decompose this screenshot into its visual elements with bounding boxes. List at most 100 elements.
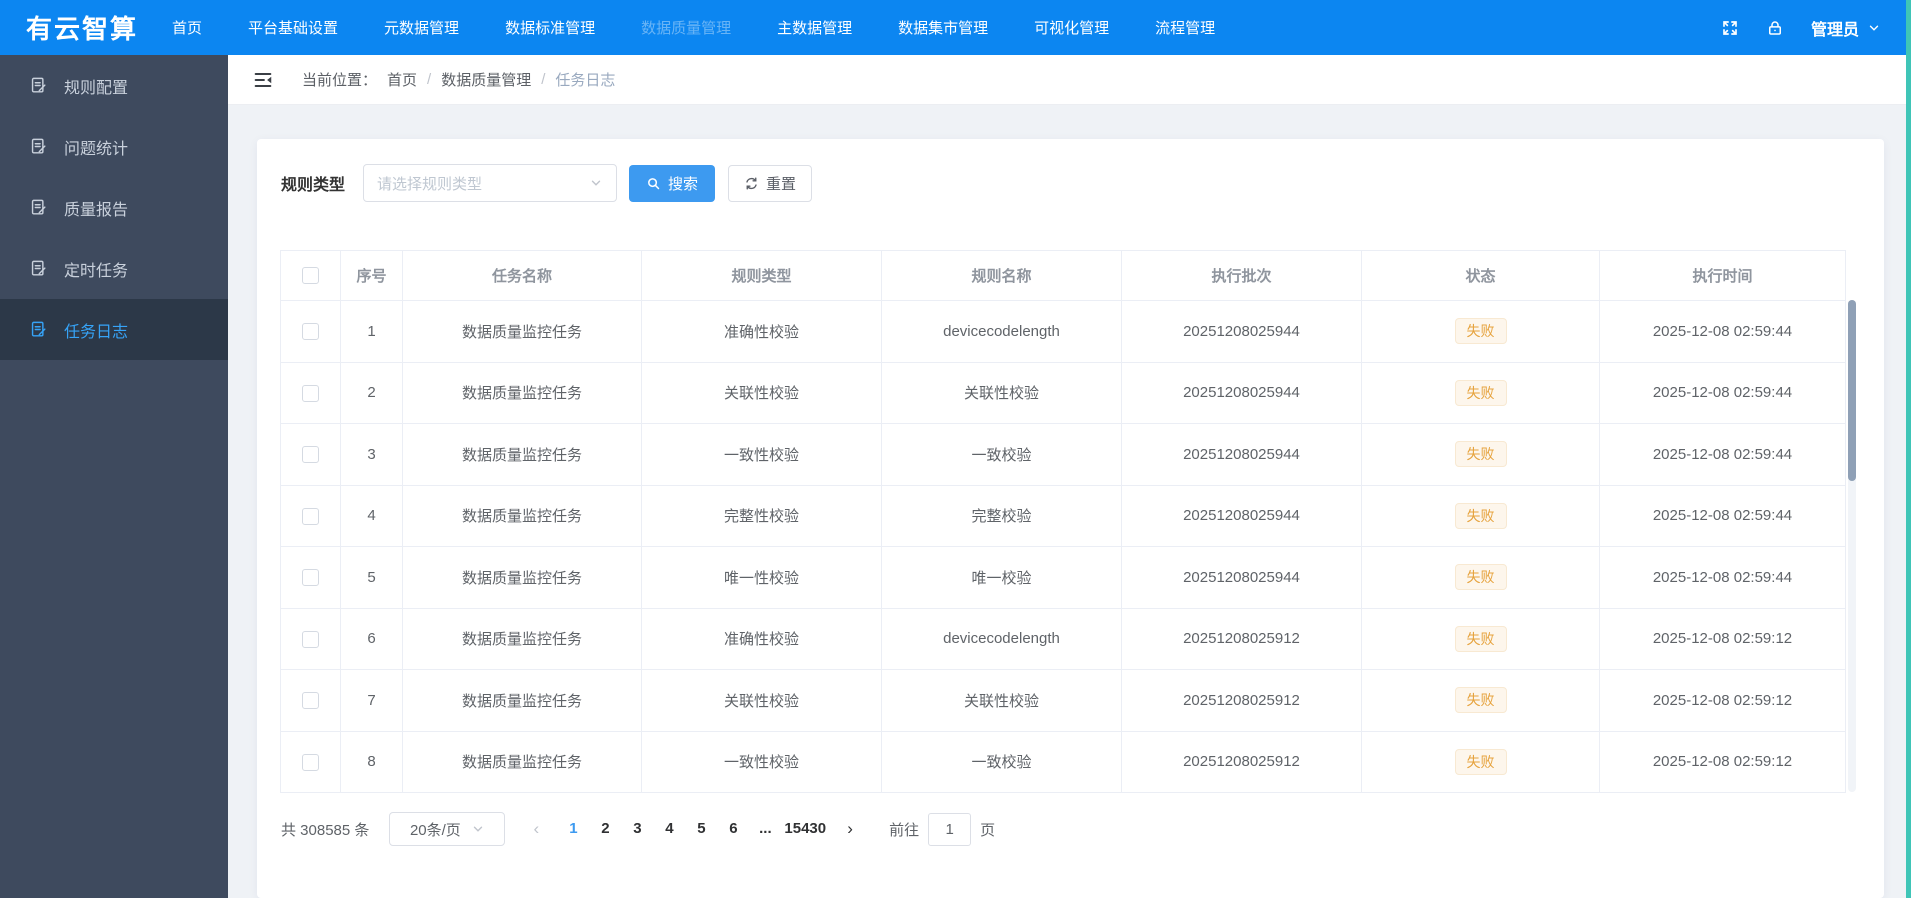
sidebar: 规则配置 问题统计 质量报告 定时任务 任务日志 <box>0 55 228 898</box>
reset-button[interactable]: 重置 <box>728 164 813 202</box>
breadcrumb-current: 任务日志 <box>555 72 616 89</box>
cell-exec-time: 2025-12-08 02:59:12 <box>1599 607 1846 670</box>
document-edit-icon <box>29 137 48 156</box>
sidebar-item[interactable]: 规则配置 <box>0 55 228 116</box>
table-row: 6 数据质量监控任务 准确性校验 devicecodelength 202512… <box>280 607 1846 670</box>
cell-batch: 20251208025912 <box>1121 607 1362 670</box>
nav-menu-item[interactable]: 流程管理 <box>1155 17 1215 38</box>
filter-bar: 规则类型 请选择规则类型 搜索 重置 <box>281 164 813 202</box>
page-scrollbar[interactable] <box>1906 0 1911 898</box>
nav-menu-item[interactable]: 平台基础设置 <box>248 17 338 38</box>
cell-task-name: 数据质量监控任务 <box>402 300 642 363</box>
pagination-total: 共 308585 条 <box>281 821 370 839</box>
row-checkbox[interactable] <box>302 323 319 341</box>
nav-menu-item[interactable]: 数据集市管理 <box>898 17 988 38</box>
table-scrollbar-track[interactable] <box>1848 300 1856 792</box>
table-row: 1 数据质量监控任务 准确性校验 devicecodelength 202512… <box>280 300 1846 363</box>
pagination-page[interactable]: 2 <box>589 812 621 846</box>
pagination: 共 308585 条 20条/页 ‹ 1 2 3 4 5 6 ... 15430… <box>281 812 995 846</box>
rule-type-placeholder: 请选择规则类型 <box>377 175 483 193</box>
breadcrumb-separator: / <box>427 71 432 88</box>
sidebar-item[interactable]: 任务日志 <box>0 299 228 360</box>
menu-fold-icon[interactable] <box>252 69 274 91</box>
user-menu[interactable]: 管理员 <box>1811 16 1881 40</box>
search-button[interactable]: 搜索 <box>629 164 716 202</box>
row-checkbox[interactable] <box>302 446 319 464</box>
pagination-page[interactable]: 6 <box>717 812 749 846</box>
main-area: 当前位置： 首页 / 数据质量管理 / 任务日志 规则类型 请选择规则类型 搜索… <box>228 55 1911 898</box>
status-badge: 失败 <box>1454 502 1507 529</box>
pagination-page[interactable]: 15430 <box>781 812 829 846</box>
cell-batch: 20251208025912 <box>1121 730 1362 793</box>
document-edit-icon <box>29 320 48 339</box>
refresh-icon <box>744 176 759 191</box>
nav-menu-item[interactable]: 数据标准管理 <box>505 17 595 38</box>
cell-index: 3 <box>340 423 403 486</box>
breadcrumb-module[interactable]: 数据质量管理 <box>441 69 531 90</box>
cell-rule-type: 准确性校验 <box>641 300 882 363</box>
table-scrollbar-thumb[interactable] <box>1848 300 1856 481</box>
row-checkbox[interactable] <box>302 569 319 587</box>
select-all-checkbox[interactable] <box>302 267 319 285</box>
brand-logo: 有云智算 <box>26 14 139 44</box>
breadcrumb-prefix: 当前位置： <box>302 72 378 89</box>
page-size-select[interactable]: 20条/页 <box>389 812 506 846</box>
pagination-page[interactable]: ... <box>749 812 781 846</box>
user-name: 管理员 <box>1810 21 1859 39</box>
cell-task-name: 数据质量监控任务 <box>402 730 642 793</box>
goto-page-input[interactable] <box>928 812 972 846</box>
nav-menu-item[interactable]: 元数据管理 <box>384 17 459 38</box>
breadcrumb-home[interactable]: 首页 <box>387 69 417 90</box>
page-size-value: 20条/页 <box>409 821 461 839</box>
document-edit-icon <box>29 76 48 95</box>
table-row: 7 数据质量监控任务 关联性校验 关联性校验 20251208025912 失败… <box>280 669 1846 732</box>
status-badge: 失败 <box>1454 318 1507 345</box>
pagination-page[interactable]: 5 <box>685 812 717 846</box>
nav-menu-item[interactable]: 主数据管理 <box>777 17 852 38</box>
lock-icon[interactable] <box>1766 19 1784 37</box>
row-checkbox[interactable] <box>302 507 319 525</box>
cell-index: 5 <box>340 546 403 609</box>
table-column-header: 规则类型 <box>641 250 882 301</box>
cell-index: 2 <box>340 361 403 424</box>
cell-rule-type: 准确性校验 <box>641 607 882 670</box>
pagination-page[interactable]: 4 <box>653 812 685 846</box>
table-row: 3 数据质量监控任务 一致性校验 一致校验 20251208025944 失败 … <box>280 423 1846 486</box>
sidebar-item[interactable]: 定时任务 <box>0 238 228 299</box>
sidebar-item[interactable]: 质量报告 <box>0 177 228 238</box>
table-column-header: 执行时间 <box>1599 250 1846 301</box>
cell-rule-type: 一致性校验 <box>641 423 882 486</box>
cell-rule-name: devicecodelength <box>881 607 1122 670</box>
sidebar-item[interactable]: 问题统计 <box>0 116 228 177</box>
cell-task-name: 数据质量监控任务 <box>402 361 642 424</box>
row-checkbox[interactable] <box>302 753 319 771</box>
cell-batch: 20251208025944 <box>1121 484 1362 547</box>
chevron-down-icon <box>1867 21 1881 35</box>
pagination-page[interactable]: 3 <box>621 812 653 846</box>
fullscreen-icon[interactable] <box>1721 19 1739 37</box>
nav-menu-item[interactable]: 首页 <box>172 17 202 38</box>
cell-exec-time: 2025-12-08 02:59:44 <box>1599 546 1846 609</box>
breadcrumb-separator: / <box>541 71 546 88</box>
sidebar-item-label: 任务日志 <box>64 323 129 341</box>
goto-suffix: 页 <box>980 821 996 839</box>
pagination-page[interactable]: 1 <box>557 812 589 846</box>
row-checkbox[interactable] <box>302 630 319 648</box>
task-log-table: 序号 任务名称 规则类型 规则名称 执行批次 状态 执行时间 1 数据质量监控任… <box>280 250 1846 793</box>
cell-rule-type: 唯一性校验 <box>641 546 882 609</box>
cell-task-name: 数据质量监控任务 <box>402 607 642 670</box>
prev-page-button[interactable]: ‹ <box>521 819 551 839</box>
cell-rule-name: 一致校验 <box>881 423 1122 486</box>
search-icon <box>646 176 661 191</box>
cell-task-name: 数据质量监控任务 <box>402 669 642 732</box>
cell-exec-time: 2025-12-08 02:59:44 <box>1599 300 1846 363</box>
nav-menu-item[interactable]: 数据质量管理 <box>641 17 731 38</box>
nav-menu-item[interactable]: 可视化管理 <box>1034 17 1109 38</box>
next-page-button[interactable]: › <box>835 819 865 839</box>
rule-type-select[interactable]: 请选择规则类型 <box>363 164 618 202</box>
row-checkbox[interactable] <box>302 692 319 710</box>
row-checkbox[interactable] <box>302 384 319 402</box>
cell-rule-type: 关联性校验 <box>641 361 882 424</box>
cell-rule-name: 一致校验 <box>881 730 1122 793</box>
table-row: 8 数据质量监控任务 一致性校验 一致校验 20251208025912 失败 … <box>280 730 1846 793</box>
